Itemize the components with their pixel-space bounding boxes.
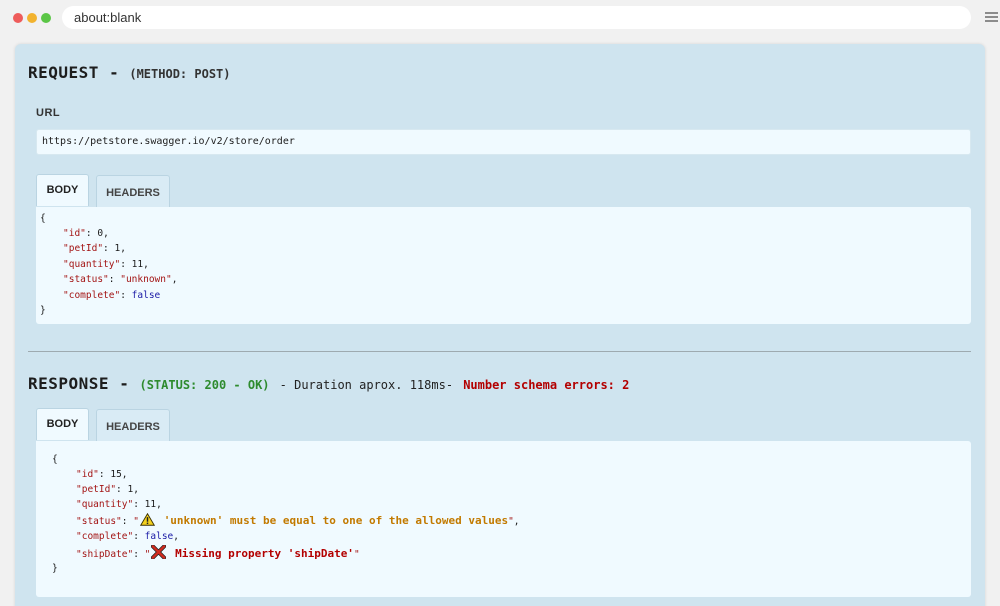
url-field[interactable]: https://petstore.swagger.io/v2/store/ord… (36, 129, 971, 155)
warning-icon (139, 513, 155, 526)
request-method: (METHOD: POST) (129, 67, 231, 81)
json-line: "complete": false (63, 290, 161, 301)
browser-toolbar: about:blank (0, 0, 1000, 36)
json-line: "id": 15, (76, 469, 128, 480)
main-panel: REQUEST - (METHOD: POST) URL https://pet… (15, 44, 985, 606)
response-title: RESPONSE - (28, 374, 130, 393)
response-duration: - Duration aprox. 118ms- (279, 378, 454, 392)
request-title: REQUEST - (28, 63, 120, 82)
response-tab-headers[interactable]: HEADERS (96, 409, 170, 441)
request-body-code: { "id": 0, "petId": 1, "quantity": 11, "… (36, 207, 971, 324)
json-line: "quantity": 11, (63, 259, 149, 270)
json-close-brace: } (40, 305, 46, 316)
request-tab-headers[interactable]: HEADERS (96, 175, 170, 207)
response-status: (STATUS: 200 - OK) (139, 378, 270, 392)
maximize-window-button[interactable] (41, 13, 51, 23)
response-tab-body[interactable]: BODY (36, 408, 89, 440)
address-bar[interactable]: about:blank (62, 6, 971, 29)
schema-errors-count: Number schema errors: 2 (463, 378, 630, 392)
json-line-shipdate-error: "shipDate": " Missing property 'shipDate… (76, 545, 360, 560)
response-body-code: { "id": 15, "petId": 1, "quantity": 11, … (36, 441, 971, 597)
url-label: URL (36, 107, 61, 119)
section-divider (28, 351, 971, 352)
json-line: "petId": 1, (63, 243, 126, 254)
json-line: "petId": 1, (76, 484, 139, 495)
json-close-brace: } (52, 563, 58, 574)
json-open-brace: { (52, 454, 58, 465)
request-heading: REQUEST - (METHOD: POST) (28, 63, 231, 82)
error-x-icon (151, 545, 167, 559)
close-window-button[interactable] (13, 13, 23, 23)
json-line: "quantity": 11, (76, 499, 162, 510)
json-line: "complete": false, (76, 531, 179, 542)
json-line-status-warning: "status": " 'unknown' must be equal to o… (76, 513, 520, 527)
minimize-window-button[interactable] (27, 13, 37, 23)
json-line: "id": 0, (63, 228, 109, 239)
json-open-brace: { (40, 213, 46, 224)
response-heading: RESPONSE - (STATUS: 200 - OK) - Duration… (28, 374, 629, 393)
request-tab-body[interactable]: BODY (36, 174, 89, 206)
json-line: "status": "unknown", (63, 274, 178, 285)
hamburger-menu-icon[interactable] (985, 12, 998, 24)
